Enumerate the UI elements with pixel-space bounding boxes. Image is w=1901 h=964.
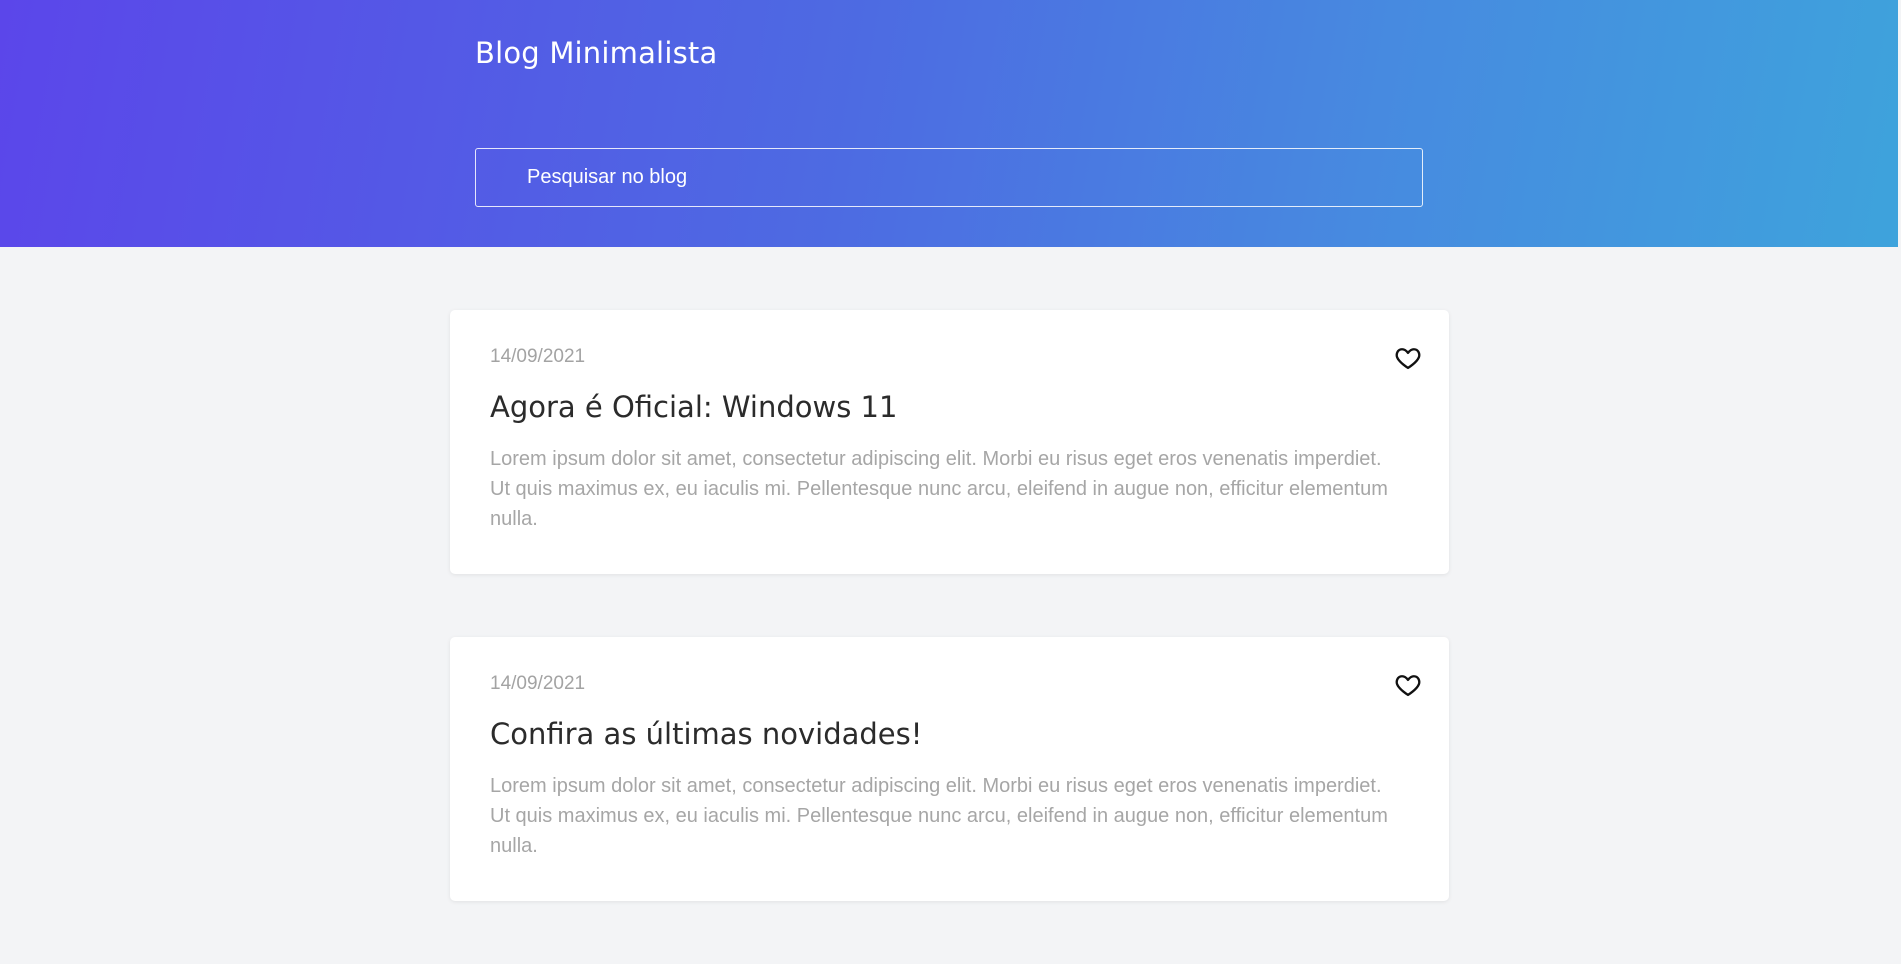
post-title[interactable]: Confira as últimas novidades! — [490, 717, 1409, 753]
post-list: 14/09/2021 Agora é Oficial: Windows 11 L… — [450, 310, 1449, 964]
search-input[interactable] — [527, 149, 1422, 206]
post-title[interactable]: Agora é Oficial: Windows 11 — [490, 390, 1409, 426]
post-card[interactable]: 14/09/2021 Agora é Oficial: Windows 11 L… — [450, 310, 1449, 574]
post-card[interactable]: 14/09/2021 Confira as últimas novidades!… — [450, 637, 1449, 901]
heart-icon[interactable] — [1394, 671, 1422, 699]
post-excerpt: Lorem ipsum dolor sit amet, consectetur … — [490, 775, 1388, 857]
post-excerpt: Lorem ipsum dolor sit amet, consectetur … — [490, 448, 1388, 530]
heart-icon[interactable] — [1394, 344, 1422, 372]
post-date: 14/09/2021 — [490, 346, 586, 367]
post-date: 14/09/2021 — [490, 673, 586, 694]
search-box[interactable] — [475, 148, 1423, 207]
blog-title[interactable]: Blog Minimalista — [475, 36, 717, 70]
blog-header: Blog Minimalista — [0, 0, 1898, 247]
